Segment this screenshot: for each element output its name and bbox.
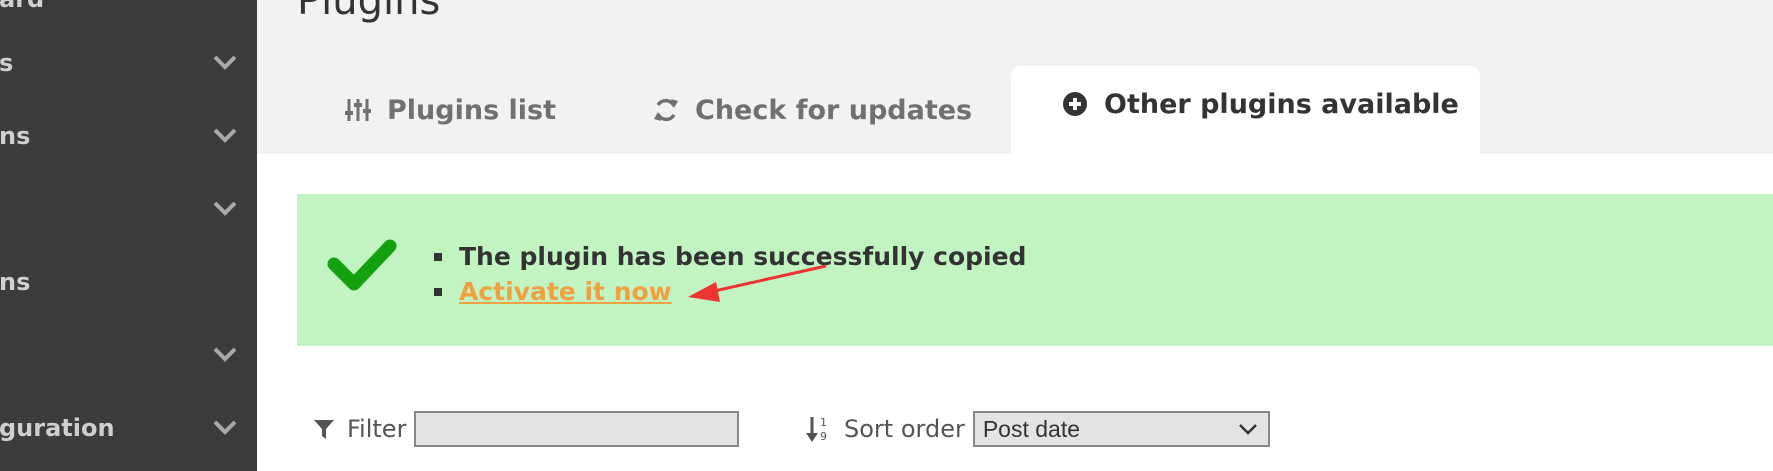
sort-selected-value: Post date (982, 416, 1081, 442)
sidebar-item-2[interactable]: ns (0, 115, 257, 155)
tab-label: Plugins list (387, 94, 557, 126)
filter-label: Filter (347, 415, 407, 443)
chevron-down-icon (211, 340, 239, 368)
sidebar-item-1[interactable]: s (0, 42, 257, 82)
chevron-down-icon (211, 413, 239, 441)
sidebar-item-label: s (0, 49, 14, 77)
tab-check-for-updates[interactable]: Check for updates (653, 66, 972, 154)
sidebar-item-configuration[interactable]: guration (0, 407, 257, 447)
tab-plugins-list[interactable]: Plugins list (345, 66, 556, 154)
tab-label: Other plugins available (1104, 88, 1459, 120)
sidebar: ard s ns ns guration (0, 0, 257, 471)
page-title: Plugins (297, 0, 441, 24)
filter-funnel-icon (313, 418, 335, 440)
sidebar-item-label: ns (0, 268, 31, 296)
sort-group: 1 9 Sort order Post date (806, 410, 1270, 448)
activate-now-link[interactable]: Activate it now (459, 277, 672, 306)
filter-input[interactable] (414, 411, 740, 447)
success-notice: The plugin has been successfully copied … (297, 194, 1773, 346)
annotation-arrow-icon (680, 260, 830, 310)
plus-circle-icon (1062, 91, 1088, 117)
chevron-down-icon (211, 121, 239, 149)
refresh-icon (653, 97, 679, 123)
sidebar-item-3[interactable] (0, 188, 257, 228)
sort-numeric-icon: 1 9 (806, 415, 832, 443)
filter-group: Filter (313, 410, 740, 448)
sidebar-item-dashboard[interactable]: ard (0, 0, 257, 18)
svg-text:9: 9 (820, 430, 827, 443)
chevron-down-icon (1238, 421, 1258, 437)
sidebar-item-5[interactable] (0, 334, 257, 374)
chevron-down-icon (211, 48, 239, 76)
sliders-icon (345, 97, 371, 123)
sidebar-item-label: ns (0, 122, 31, 150)
chevron-down-icon (211, 194, 239, 222)
checkmark-icon (326, 234, 398, 292)
sort-order-select[interactable]: Post date (972, 411, 1270, 447)
sort-order-label: Sort order (844, 415, 965, 443)
sidebar-item-label: ard (0, 0, 44, 13)
sidebar-item-label: guration (0, 414, 115, 442)
tab-label: Check for updates (695, 94, 973, 126)
svg-text:1: 1 (820, 416, 827, 429)
sidebar-item-4[interactable]: ns (0, 261, 257, 301)
tab-other-plugins-available[interactable]: Other plugins available (1011, 66, 1480, 154)
